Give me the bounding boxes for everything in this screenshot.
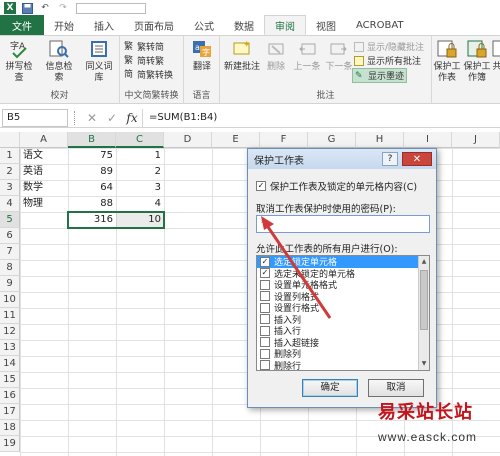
arrow-head xyxy=(261,216,274,230)
annotation-arrow xyxy=(261,216,332,319)
arrow-shaft xyxy=(264,223,332,319)
watermark: 易采站长站 www.easck.com xyxy=(378,398,500,456)
watermark-url: www.easck.com xyxy=(378,430,478,444)
watermark-title: 易采站长站 xyxy=(378,402,473,423)
